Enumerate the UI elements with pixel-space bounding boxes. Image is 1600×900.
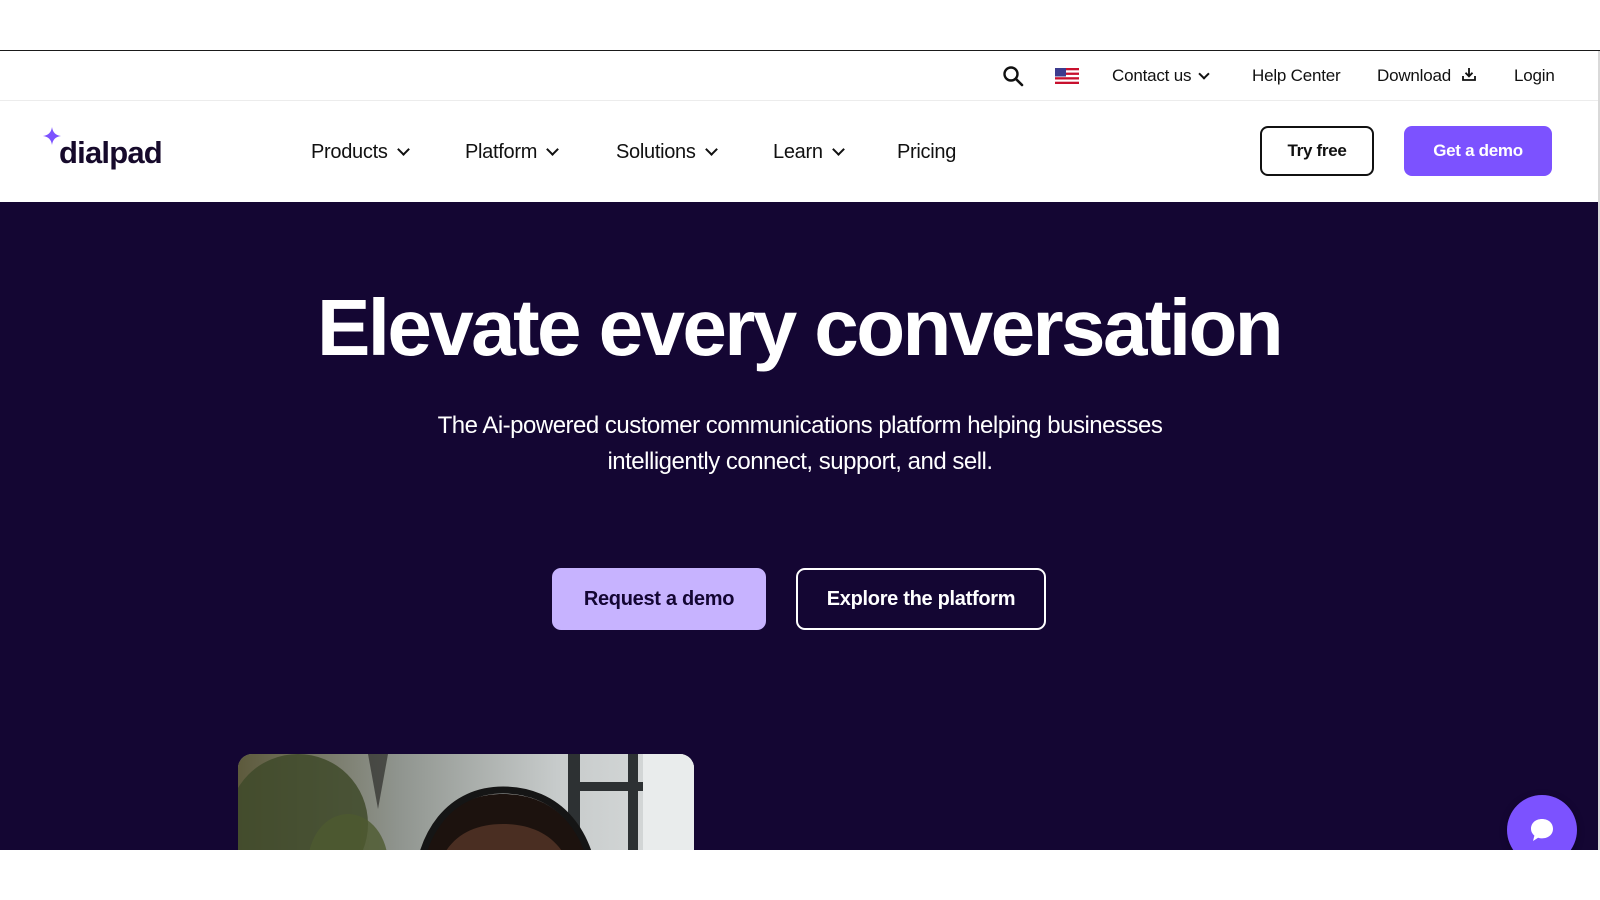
nav-item-learn[interactable]: Learn — [773, 139, 845, 165]
nav-item-label: Pricing — [897, 140, 957, 163]
search-icon — [1003, 66, 1024, 87]
person-with-headset-image — [238, 754, 694, 850]
download-icon — [1462, 68, 1476, 81]
help-center-link[interactable]: Help Center — [1252, 65, 1341, 87]
help-center-label: Help Center — [1252, 66, 1341, 85]
nav-item-platform[interactable]: Platform — [465, 139, 559, 165]
nav-item-label: Solutions — [616, 140, 696, 163]
hero-title: Elevate every conversation — [316, 283, 1284, 372]
nav-item-label: Products — [311, 140, 388, 163]
search-button[interactable] — [1002, 65, 1024, 87]
nav-item-label: Platform — [465, 140, 538, 163]
login-label: Login — [1514, 66, 1555, 85]
logo-text: dialpad — [59, 135, 163, 170]
hero-subtitle: The Ai-powered customer communications p… — [400, 408, 1200, 480]
browser-viewport: Contact us Help Center Download Login di… — [0, 50, 1600, 850]
hero-photo — [238, 754, 694, 850]
try-free-button[interactable]: Try free — [1260, 126, 1374, 176]
download-link[interactable]: Download — [1377, 65, 1477, 87]
get-a-demo-button[interactable]: Get a demo — [1404, 126, 1552, 176]
nav-item-label: Learn — [773, 140, 823, 163]
chevron-down-icon — [396, 143, 410, 156]
request-demo-button[interactable]: Request a demo — [552, 568, 766, 630]
explore-platform-button[interactable]: Explore the platform — [796, 568, 1046, 630]
language-selector[interactable] — [1055, 65, 1079, 87]
hero-subtitle-line: The Ai-powered customer communications p… — [437, 412, 1163, 439]
nav-item-solutions[interactable]: Solutions — [616, 139, 718, 165]
contact-us-dropdown[interactable]: Contact us — [1112, 65, 1210, 87]
login-link[interactable]: Login — [1514, 65, 1555, 87]
nav-item-products[interactable]: Products — [311, 139, 410, 165]
hero-subtitle-line: intelligently connect, support, and sell… — [607, 448, 993, 475]
contact-us-label: Contact us — [1112, 66, 1192, 85]
utility-bar: Contact us Help Center Download Login — [0, 51, 1600, 101]
chevron-down-icon — [831, 143, 845, 156]
hero-section: Elevate every conversation The Ai-powere… — [0, 202, 1598, 850]
main-navigation: dialpad Products Platform Solutions Lear… — [0, 101, 1600, 202]
dialpad-logo[interactable]: dialpad — [43, 127, 163, 173]
download-label: Download — [1377, 66, 1452, 85]
chevron-down-icon — [704, 143, 718, 156]
chevron-down-icon — [1198, 67, 1210, 80]
us-flag-icon — [1055, 68, 1079, 84]
chevron-down-icon — [546, 143, 559, 156]
chat-bubble-icon — [1531, 819, 1553, 841]
nav-item-pricing[interactable]: Pricing — [897, 139, 956, 165]
sparkle-icon — [43, 127, 61, 145]
